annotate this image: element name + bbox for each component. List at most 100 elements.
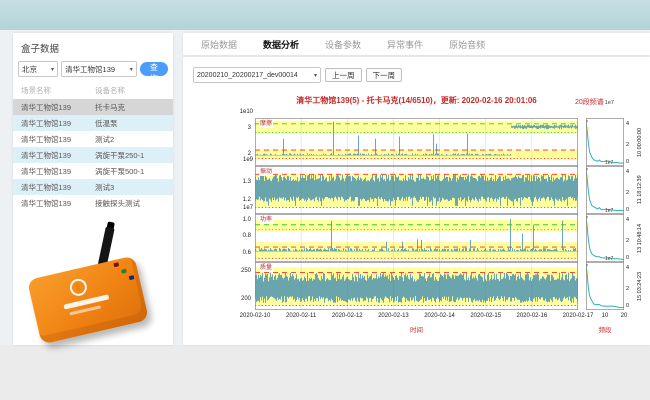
scene-cell: 清华工物馆139: [21, 182, 95, 193]
spectrum-row-timestamp: 11 18:12:39: [635, 166, 645, 214]
spectrum-x-axis-label: 频段: [583, 324, 627, 334]
chevron-down-icon: ▾: [51, 66, 54, 73]
table-row[interactable]: 清华工物馆139接触探头测试: [13, 195, 173, 211]
device-cell: 低温泵: [95, 118, 118, 129]
site-select[interactable]: 清华工物馆139 ▾: [61, 61, 137, 77]
scene-cell: 清华工物馆139: [21, 166, 95, 177]
spectrum-offset-label: 1e7: [605, 160, 613, 166]
y-tick-label: 1.0: [223, 217, 251, 223]
main-plot-canvas: [255, 118, 578, 166]
spectrum-y-tick: 0: [626, 255, 629, 261]
query-button[interactable]: 查询: [140, 62, 168, 76]
x-tick-label: 2020-02-15: [466, 313, 506, 319]
spectrum-row-timestamp: 10 00:00:00: [635, 118, 645, 166]
device-photo: [27, 239, 157, 343]
device-cell: 测试2: [95, 134, 114, 145]
led-red-icon: [113, 262, 119, 267]
tab-raw-audio[interactable]: 原始音频: [449, 38, 485, 51]
spectrum-offset-label: 1e7: [605, 256, 613, 262]
device-column-header: 设备名称: [95, 85, 125, 96]
device-cell: 涡旋干泵250-1: [95, 150, 144, 161]
axis-exponent: 1e7: [223, 205, 253, 211]
y-tick-label: 2: [223, 151, 251, 157]
city-select-value: 北京: [22, 64, 37, 75]
analysis-panel: 20200210_20200217_dev00014 ▾ 上一周 下一周 清华工…: [183, 57, 650, 345]
spectrum-canvas: [586, 166, 624, 214]
spectrum-y-tick: 2: [626, 286, 629, 292]
scene-cell: 清华工物馆139: [21, 102, 95, 113]
main-plot-canvas: [255, 262, 578, 310]
device-cell: 托卡马克: [95, 102, 125, 113]
x-tick-label: 2020-02-14: [420, 313, 460, 319]
footer-strip: ✽ 清华大学 Tsinghua University 新闻 NEWS: [0, 345, 650, 400]
brand-logo-icon: [68, 277, 88, 297]
sidebar-panel: 盒子数据 北京 ▾ 清华工物馆139 ▾ 查询 场景名称 设备名称 清华工物馆1…: [13, 33, 173, 345]
spectrum-exponent: 1e7: [605, 100, 614, 106]
y-tick-label: 0.8: [223, 233, 251, 239]
spectrum-y-tick: 2: [626, 190, 629, 196]
spectrum-offset-label: 1e7: [605, 208, 613, 214]
chart-area: 清华工物馆139(5) - 托卡马克(14/6510)，更新: 2020-02-…: [183, 57, 650, 345]
y-tick-label: 3: [223, 125, 251, 131]
chart-title: 清华工物馆139(5) - 托卡马克(14/6510)，更新: 2020-02-…: [255, 95, 578, 106]
sidebar-controls: 北京 ▾ 清华工物馆139 ▾ 查询: [13, 60, 173, 81]
y-tick-label: 0.6: [223, 250, 251, 256]
device-body: [27, 255, 149, 344]
table-row[interactable]: 清华工物馆139测试2: [13, 131, 173, 147]
main-tabs: 原始数据 数据分析 设备参数 异常事件 原始音频: [183, 33, 650, 55]
spectrum-y-tick: 2: [626, 238, 629, 244]
main-plot-canvas: [255, 166, 578, 214]
scene-cell: 清华工物馆139: [21, 134, 95, 145]
spectrum-y-tick: 0: [626, 303, 629, 309]
panel-ylabel: 摩擦: [259, 121, 273, 128]
spectrum-title-text: 20段频谱: [575, 99, 604, 106]
spectrum-y-tick: 0: [626, 207, 629, 213]
spectrum-y-tick: 4: [626, 217, 629, 223]
tab-data-analysis[interactable]: 数据分析: [263, 38, 299, 51]
table-row[interactable]: 清华工物馆139涡旋干泵250-1: [13, 147, 173, 163]
x-tick-label: 2020-02-16: [512, 313, 552, 319]
device-table-header: 场景名称 设备名称: [13, 81, 173, 99]
table-row[interactable]: 清华工物馆139涡旋干泵500-1: [13, 163, 173, 179]
tab-raw-data[interactable]: 原始数据: [201, 38, 237, 51]
spectrum-y-tick: 4: [626, 265, 629, 271]
spectrum-x-tick: 20: [604, 313, 644, 319]
site-select-value: 清华工物馆139: [65, 64, 115, 75]
device-table: 清华工物馆139托卡马克清华工物馆139低温泵清华工物馆139测试2清华工物馆1…: [13, 99, 173, 211]
axis-exponent: 1e9: [223, 157, 253, 163]
app-window: ✽ 清华大学 Tsinghua University 新闻 NEWS 盒子数据 …: [0, 0, 650, 400]
table-row[interactable]: 清华工物馆139测试3: [13, 179, 173, 195]
brand-text-blur: [63, 294, 109, 309]
scene-column-header: 场景名称: [21, 85, 95, 96]
y-tick-label: 250: [223, 268, 251, 274]
sidebar-title: 盒子数据: [13, 33, 173, 60]
scene-cell: 清华工物馆139: [21, 198, 95, 209]
spectrum-canvas: [586, 262, 624, 310]
panel-ylabel: 振动: [259, 169, 273, 176]
x-tick-label: 2020-02-11: [281, 313, 321, 319]
spectrum-row-timestamp: 13 10:48:14: [635, 214, 645, 262]
scene-cell: 清华工物馆139: [21, 118, 95, 129]
top-banner: [0, 0, 650, 30]
spectrum-canvas: [586, 118, 624, 166]
tab-abnormal-events[interactable]: 异常事件: [387, 38, 423, 51]
x-tick-label: 2020-02-10: [235, 313, 275, 319]
spectrum-row-timestamp: 15 03:24:23: [635, 262, 645, 310]
panel-ylabel: 质量: [259, 265, 273, 272]
led-green-icon: [121, 269, 127, 274]
table-row[interactable]: 清华工物馆139托卡马克: [13, 99, 173, 115]
scene-cell: 清华工物馆139: [21, 150, 95, 161]
y-tick-label: 1.3: [223, 179, 251, 185]
led-blue-icon: [129, 275, 135, 280]
chevron-down-icon: ▾: [130, 66, 133, 73]
x-axis-label: 时间: [255, 324, 578, 334]
spectrum-y-tick: 4: [626, 121, 629, 127]
main-plot-canvas: [255, 214, 578, 262]
spectrum-y-tick: 0: [626, 159, 629, 165]
table-row[interactable]: 清华工物馆139低温泵: [13, 115, 173, 131]
tab-device-params[interactable]: 设备参数: [325, 38, 361, 51]
spectrum-title: 20段频谱1e7: [575, 97, 645, 107]
city-select[interactable]: 北京 ▾: [18, 61, 58, 77]
device-cell: 涡旋干泵500-1: [95, 166, 144, 177]
x-tick-label: 2020-02-13: [373, 313, 413, 319]
